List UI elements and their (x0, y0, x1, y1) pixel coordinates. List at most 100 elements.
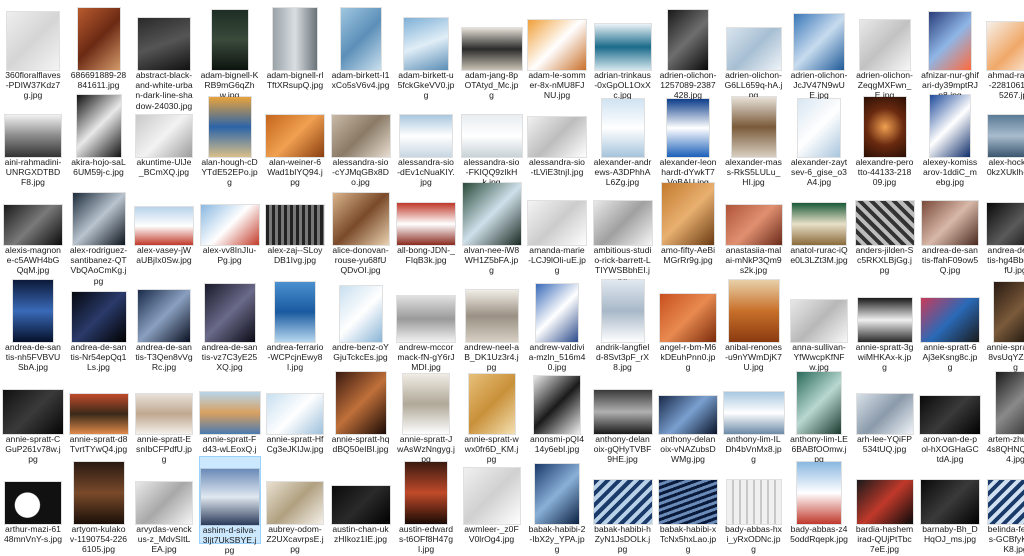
file-item[interactable]: bady-abbas-hxi_yRxODNc.jpg (723, 456, 785, 544)
file-item[interactable]: angel-r-bm-M6kDEuhPnn0.jpg (657, 274, 719, 364)
file-item[interactable]: alan-hough-cDYTdE52EPo.jpg (199, 89, 261, 175)
file-item[interactable]: andrew-mccormack-fN-gY6rJMDI.jpg (395, 274, 457, 364)
file-item[interactable]: alvan-nee-iW8WH1Z5bFA.jpg (461, 177, 523, 272)
file-item[interactable]: babak-habibi-2-IbX2y_YPA.jpg (526, 456, 588, 544)
file-item[interactable]: annie-spratt-wwx0fr6D_KM.jpg (461, 366, 523, 454)
image-thumbnail (275, 282, 315, 342)
thumbnail-frame (788, 278, 850, 342)
file-item[interactable]: aini-rahmadini-UNRGXDTBDF8.jpg (2, 89, 64, 175)
file-item[interactable]: akira-hojo-saL6UM59j-c.jpg (68, 89, 130, 175)
file-item[interactable]: adam-bignell-KRB9mG6qZhw.jpg (199, 2, 261, 87)
file-item[interactable]: andrea-de-santis-Nr54epQq1Ls.jpg (68, 274, 130, 364)
image-thumbnail (74, 462, 124, 524)
file-item[interactable]: alexander-mass-RkS5LULu_HI.jpg (723, 89, 785, 175)
file-item[interactable]: annie-spratt-3gwiMHKAx-k.jpg (854, 274, 916, 364)
file-item[interactable]: andrea-de-santis-nh5FVBVUSbA.jpg (2, 274, 64, 364)
file-item[interactable]: bady-abbas-z45oddRqepk.jpg (788, 456, 850, 544)
file-item[interactable]: anthony-delanoix-gQHyTVBF9HE.jpg (592, 366, 654, 454)
file-item[interactable]: barnaby-Bh_DHqOJ_ms.jpg (919, 456, 981, 544)
file-item[interactable]: annie-spratt-EsnIbCFPdfU.jpg (133, 366, 195, 454)
file-item[interactable]: annie-spratt-d8TvrtTYwQ4.jpg (68, 366, 130, 454)
file-item[interactable]: alexis-magnone-c5AWH4bGQqM.jpg (2, 177, 64, 272)
file-item[interactable]: adrien-olichon-G6LL659q-hA.jpg (723, 2, 785, 87)
file-item[interactable]: adam-bignell-rlTftXRsupQ.jpg (264, 2, 326, 87)
file-item[interactable]: anastasiia-malai-mNkP3Qm9s2k.jpg (723, 177, 785, 272)
file-item[interactable]: artyom-kulakov-1190754-2266105.jpg (68, 456, 130, 544)
file-item[interactable]: annie-spratt-7L8vsUqYZcA.jpg (985, 274, 1024, 364)
file-item[interactable]: alessandra-sio-tLViE3tnjI.jpg (526, 89, 588, 175)
file-item[interactable]: ambitious-studio-rick-barrett-LTIYWSBbhE… (592, 177, 654, 272)
file-item[interactable]: afnizar-nur-ghifari-dy39mptRJp8.jpg (919, 2, 981, 87)
file-item[interactable]: alex-vasey-jWaUBjIx0Sw.jpg (133, 177, 195, 272)
file-item[interactable]: annie-spratt-CGuP261v78w.jpg (2, 366, 64, 454)
file-item[interactable]: alessandra-sio-FKIQQ9zIkHk.jpg (461, 89, 523, 175)
file-item[interactable]: akuntime-UlJe_BCmXQ.jpg (133, 89, 195, 175)
file-item[interactable]: adam-le-sommer-8x-nMU8FJNU.jpg (526, 2, 588, 87)
file-item[interactable]: arh-lee-YQiFP534tUQ.jpg (854, 366, 916, 454)
file-item[interactable]: annie-spratt-6Aj3eKsng8c.jpg (919, 274, 981, 364)
file-item[interactable]: austin-edwards-t6OFf8H47gI.jpg (395, 456, 457, 544)
file-item[interactable]: abstract-black-and-white-urban-dark-line… (133, 2, 195, 87)
file-item[interactable]: belinda-fewings-GCBfyK-GSK8.jpg (985, 456, 1024, 544)
file-item[interactable]: anthony-delanoix-vNAZubsDWMg.jpg (657, 366, 719, 454)
file-item[interactable]: andrea-de-santis-vz7C3yE25XQ.jpg (199, 274, 261, 364)
file-item[interactable]: austin-chan-ukzHIkoz1IE.jpg (330, 456, 392, 544)
file-item[interactable]: anonsmi-pQI414y6ebI.jpg (526, 366, 588, 454)
file-item[interactable]: alex-vv8InJIu-Pg.jpg (199, 177, 261, 272)
file-item[interactable]: amo-fifty-AeBiMGrRr9g.jpg (657, 177, 719, 272)
file-item[interactable]: amanda-marie-LCJ9lOli-uE.jpg (526, 177, 588, 272)
file-item[interactable]: anthony-lim-ILDh4bVnMx8.jpg (723, 366, 785, 454)
file-item[interactable]: annie-spratt-HfCg3eJKIJw.jpg (264, 366, 326, 454)
file-item[interactable]: andrew-neel-aB_DK1Uz3r4.jpg (461, 274, 523, 364)
file-item[interactable]: aubrey-odom-Z2UXcavrpsE.jpg (264, 456, 326, 544)
file-item[interactable]: ahmad-ramlee-2281061-4125267.jpg (985, 2, 1024, 87)
file-item[interactable]: anna-sullivan-YfWwcpKfNFw.jpg (788, 274, 850, 364)
file-name: andrea-de-santis-ffahF09ow5Q.jpg (919, 245, 981, 276)
file-item[interactable]: alexey-komissarov-1ddiC_mebg.jpg (919, 89, 981, 175)
file-item[interactable]: aron-van-de-pol-hXOGHaGCtdA.jpg (919, 366, 981, 454)
file-item[interactable]: andrea-de-santis-hg4BbgmvcfU.jpg (985, 177, 1024, 272)
file-item[interactable]: anibal-renones-u9nYWmDjK7U.jpg (723, 274, 785, 364)
file-item[interactable]: anatol-rurac-iQe0L3LZt3M.jpg (788, 177, 850, 272)
file-item[interactable]: andrew-valdivia-mzln_516m40.jpg (526, 274, 588, 364)
file-item[interactable]: andrea-de-santis-T3Qen8vVgRc.jpg (133, 274, 195, 364)
file-item[interactable]: adrien-olichon-1257089-2387428.jpg (657, 2, 719, 87)
file-item[interactable]: adam-birkett-u5fckGkeVV0.jpg (395, 2, 457, 87)
file-item[interactable]: alan-weiner-6Wad1bIYQ94.jpg (264, 89, 326, 175)
file-item[interactable]: anders-jilden-Sc5RKXLBjGg.jpg (854, 177, 916, 272)
file-item[interactable]: ashim-d-silva-3ljt7UkSBYE.jpg (199, 456, 261, 544)
file-item[interactable]: arvydas-venckus-z_MdvSItLEA.jpg (133, 456, 195, 544)
file-item[interactable]: alexander-andrews-A3DPhhAL6Zg.jpg (592, 89, 654, 175)
file-item[interactable]: alessandra-sio-cYJMqGBx8Do.jpg (330, 89, 392, 175)
file-item[interactable]: alex-zaj--SLoyDB1Ivg.jpg (264, 177, 326, 272)
file-item[interactable]: andrea-de-santis-ffahF09ow5Q.jpg (919, 177, 981, 272)
file-item[interactable]: babak-habibi-hZyN1JsDOLk.jpg (592, 456, 654, 544)
file-item[interactable]: babak-habibi-xTcNx5hxLao.jpg (657, 456, 719, 544)
file-item[interactable]: 360floralflaves-PDIW37Kdz7g.jpg (2, 2, 64, 87)
file-item[interactable]: annie-spratt-JwAsWzNngyg.jpg (395, 366, 457, 454)
file-item[interactable]: anthony-lim-LE6BABfOOmw.jpg (788, 366, 850, 454)
file-item[interactable]: annie-spratt-Fd43-wLEoxQ.jpg (199, 366, 261, 454)
file-item[interactable]: andre-benz-oYGjuTckcEs.jpg (330, 274, 392, 364)
file-item[interactable]: arthur-mazi-6148mnVnY-s.jpg (2, 456, 64, 544)
file-item[interactable]: adam-birkett-I1xCo5sV6v4.jpg (330, 2, 392, 87)
file-item[interactable]: bardia-hashemirad-QUjPtTbc7eE.jpg (854, 456, 916, 544)
file-item[interactable]: annie-spratt-hqdBQ50eIBI.jpg (330, 366, 392, 454)
file-item[interactable]: alex-rodriguez-santibanez-QTVbQAoCmKg.jp… (68, 177, 130, 272)
file-item[interactable]: adrien-olichon-JcJV47N9wUE.jpg (788, 2, 850, 87)
file-item[interactable]: alexander-leonhardt-dYwkT7VoBAU.jpg (657, 89, 719, 175)
file-item[interactable]: alessandra-sio-dEv1cNuaKIY.jpg (395, 89, 457, 175)
file-item[interactable]: alice-donovan-rouse-yu68fUQDvOI.jpg (330, 177, 392, 272)
file-item[interactable]: awmleer-_z0FV0lrOg4.jpg (461, 456, 523, 544)
file-item[interactable]: alexandre-perotto-44133-21809.jpg (854, 89, 916, 175)
file-item[interactable]: 686691889-28841611.jpg (68, 2, 130, 87)
file-item[interactable]: andrea-ferrario-WCPcjnEwy8I.jpg (264, 274, 326, 364)
file-item[interactable]: adam-jang-8pOTAtyd_Mc.jpg (461, 2, 523, 87)
file-item[interactable]: alexander-zaytsev-6_gise_o3A4.jpg (788, 89, 850, 175)
file-item[interactable]: all-bong-JDN-_FIqB3k.jpg (395, 177, 457, 272)
file-item[interactable]: adrian-trinkaus-0xGpOL1OxXc.jpg (592, 2, 654, 87)
file-item[interactable]: andrik-langfield-8Svt3pF_rX8.jpg (592, 274, 654, 364)
file-item[interactable]: artem-zhukov-4s8QHNQTHO4.jpg (985, 366, 1024, 454)
file-item[interactable]: adrien-olichon-ZeqgMXFwn_E.jpg (854, 2, 916, 87)
file-item[interactable]: alex-hockett-h0kzXUklh-c.jpg (985, 89, 1024, 175)
